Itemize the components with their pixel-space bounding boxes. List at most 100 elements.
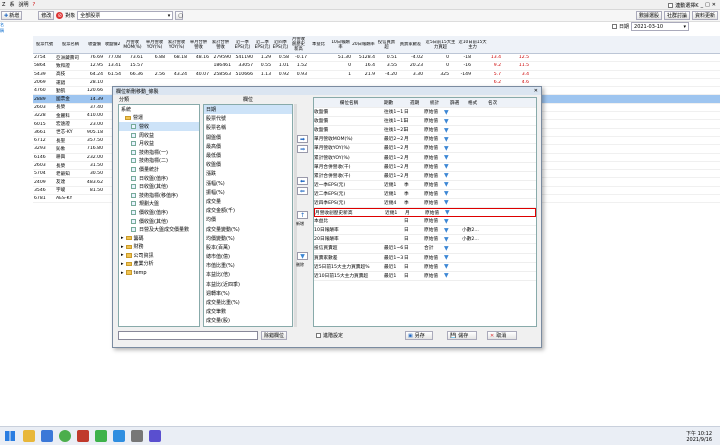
left-tab-2[interactable]: 稱 [0,28,12,34]
field-item[interactable]: 總市值(億) [204,252,292,261]
field-item[interactable]: 股票代號 [204,114,292,123]
funnel-icon[interactable]: ▼ [444,163,462,170]
account-browse-button[interactable]: ▢ [175,11,184,20]
add-all-arrow-button[interactable]: ⇛ [297,145,308,153]
selected-column-row[interactable]: 近一季EPS(元)近幾1✎季原始值▼ [314,181,536,190]
funnel-icon[interactable]: ▼ [444,127,462,134]
field-item[interactable]: 振幅(%) [204,188,292,197]
grid-header-cell[interactable]: 近10日前15大主力 [457,40,487,50]
funnel-icon[interactable]: ▼ [444,254,462,261]
funnel-icon[interactable]: ▼ [444,136,462,143]
category-item[interactable]: 月收益 [119,139,199,148]
chrome-icon[interactable] [59,430,71,442]
grid-header-cell[interactable]: 股票代號 [33,42,55,47]
menu-item-2[interactable]: 系 [7,1,16,8]
field-item[interactable]: 開盤價 [204,133,292,142]
stop-icon[interactable]: ⊘ [56,12,64,19]
selected-column-row[interactable]: 近四季EPS(元)近幾4✎季原始值▼ [314,199,536,209]
advanced-checkbox[interactable] [316,333,321,338]
funnel-icon[interactable]: ▼ [444,190,462,197]
cancel-button[interactable]: ✕ 取消 [487,331,517,340]
funnel-icon[interactable]: ▼ [444,272,462,279]
field-item[interactable]: 最低價 [204,151,292,160]
data-update-button[interactable]: 資料更新 [691,11,718,20]
field-item[interactable]: 成交量比重(%) [204,298,292,307]
field-item[interactable]: 均價變動(%) [204,234,292,243]
grid-header-cell[interactable]: 月營收創歷史新高 [289,37,307,52]
field-item[interactable]: 股本(百萬) [204,243,292,252]
app-purple-icon[interactable] [149,430,161,442]
table-row[interactable]: 2754 亞洲藏壽司 76.69 77.08 73.61 6.88 68.18 48.16 27… [33,54,720,63]
data-select-button[interactable]: 數據選股 [635,11,662,20]
folder-item[interactable]: ▸ 公司資訊 [119,251,199,260]
grid-header-cell[interactable]: 買賣家數差 [397,42,423,47]
funnel-icon[interactable]: ▼ [444,109,462,116]
category-item[interactable]: 價收盤(其他) [119,217,199,226]
grid-header-cell[interactable]: 近5日前15大主力買超 [423,40,457,50]
start-icon[interactable] [5,431,15,441]
funnel-icon[interactable]: ▼ [444,154,462,161]
edit-button[interactable]: 修改 [38,11,55,20]
filter-button[interactable]: ▼ [297,252,308,260]
category-item[interactable]: 周收益 [119,131,199,140]
grid-header-cell[interactable]: 20日報酬率 [351,42,375,47]
funnel-icon[interactable]: ▼ [444,218,462,225]
field-item[interactable]: 本益比(近四季) [204,280,292,289]
grid-header-cell[interactable]: 近二季EPS(元) [253,40,271,50]
grid-header-cell[interactable]: 投信買賣超 [375,40,397,50]
funnel-icon[interactable]: ▼ [444,227,462,234]
grid-header-cell[interactable]: 近一季EPS(元) [231,40,253,50]
folder-item[interactable]: ▸ 財務 [119,243,199,252]
folder-item[interactable]: ▸ temp [119,268,199,277]
funnel-icon[interactable]: ▼ [444,145,462,152]
save-as-button[interactable]: ▣ 另存 [405,331,433,340]
word-icon[interactable] [41,430,53,442]
selected-column-row[interactable]: 月營收創歷史新高近幾1✎月原始值▼ [314,208,536,218]
debug-fields-button[interactable]: 除錯欄位 [261,331,288,340]
line-icon[interactable] [95,430,107,442]
folder-item[interactable]: ▸ 產業分析 [119,260,199,269]
selected-column-row[interactable]: 單月合併營收(千)最近1~2✎月原始值▼ [314,163,536,172]
funnel-icon[interactable]: ▼ [444,263,462,270]
category-item[interactable]: 技術指標(一) [119,148,199,157]
minimize-icon[interactable]: _ [701,2,704,8]
selected-column-row[interactable]: 近10日前15大主力買賣超最近1✎日原始值▼ [314,272,536,281]
edge-icon[interactable] [113,430,125,442]
funnel-icon[interactable]: ▼ [444,181,462,188]
new-button[interactable]: ✚ 新增 [1,11,23,20]
grid-header-cell[interactable]: 單月營收YOY(%) [143,40,165,50]
date-input[interactable]: 2021-03-10 ▾ [631,22,690,31]
category-item[interactable]: 價量統計 [119,165,199,174]
grid-header-cell[interactable]: 近四季EPS(元) [271,40,289,50]
selected-column-row[interactable]: 收盤價往後1~21✎日原始值▼ [314,126,536,136]
selected-column-row[interactable]: 累計合併營收(千)最近1~2✎月原始值▼ [314,172,536,181]
grid-header-cell[interactable]: 單月合併營收 [187,40,209,50]
table-row[interactable]: 5864 致和證 12.95 13.41 15.57 186461 33057 0.55 1.0… [33,62,720,71]
grid-header-cell[interactable]: 10日報酬率 [329,40,351,50]
grid-header-cell[interactable]: 本益比 [307,42,329,47]
field-item[interactable]: 週轉率(%) [204,289,292,298]
grid-header-cell[interactable]: 月營收MOM(%) [121,40,143,50]
category-item[interactable]: 日收盤(值序) [119,174,199,183]
funnel-icon[interactable]: ▼ [444,172,462,179]
field-item[interactable]: 成交筆數 [204,307,292,316]
menu-item-1[interactable]: Z [0,2,7,8]
funnel-icon[interactable]: ▼ [444,236,462,243]
field-item[interactable]: 漲跌 [204,169,292,178]
table-row[interactable]: 5439 高技 64.24 61.54 66.36 2.56 43.24 40.07 25856… [33,71,720,79]
category-item[interactable]: 技術指標(移值序) [119,191,199,200]
category-item[interactable]: 營運 [119,114,199,123]
field-item[interactable]: 成交量變動(%) [204,224,292,233]
selected-column-row[interactable]: 單月營收MOM(%)最近2~2✎月原始值▼ [314,135,536,145]
remove-all-arrow-button[interactable]: ⇚ [297,187,308,195]
field-item[interactable]: 股票名稱 [204,123,292,132]
linked-select-checkbox[interactable] [668,2,674,8]
explorer-icon[interactable] [23,430,35,442]
remove-arrow-button[interactable]: ⬅ [297,177,308,185]
move-up-button[interactable]: ↑ [297,211,308,219]
grid-header-cell[interactable]: 累計合併營收 [209,40,231,50]
selected-column-row[interactable]: 累計營收YOY(%)最近1~2✎月原始值▼ [314,153,536,163]
grid-header-cell[interactable]: 收盤價 [85,42,103,47]
field-item[interactable]: 市值比重(%) [204,261,292,270]
add-arrow-button[interactable]: ➡ [297,135,308,143]
